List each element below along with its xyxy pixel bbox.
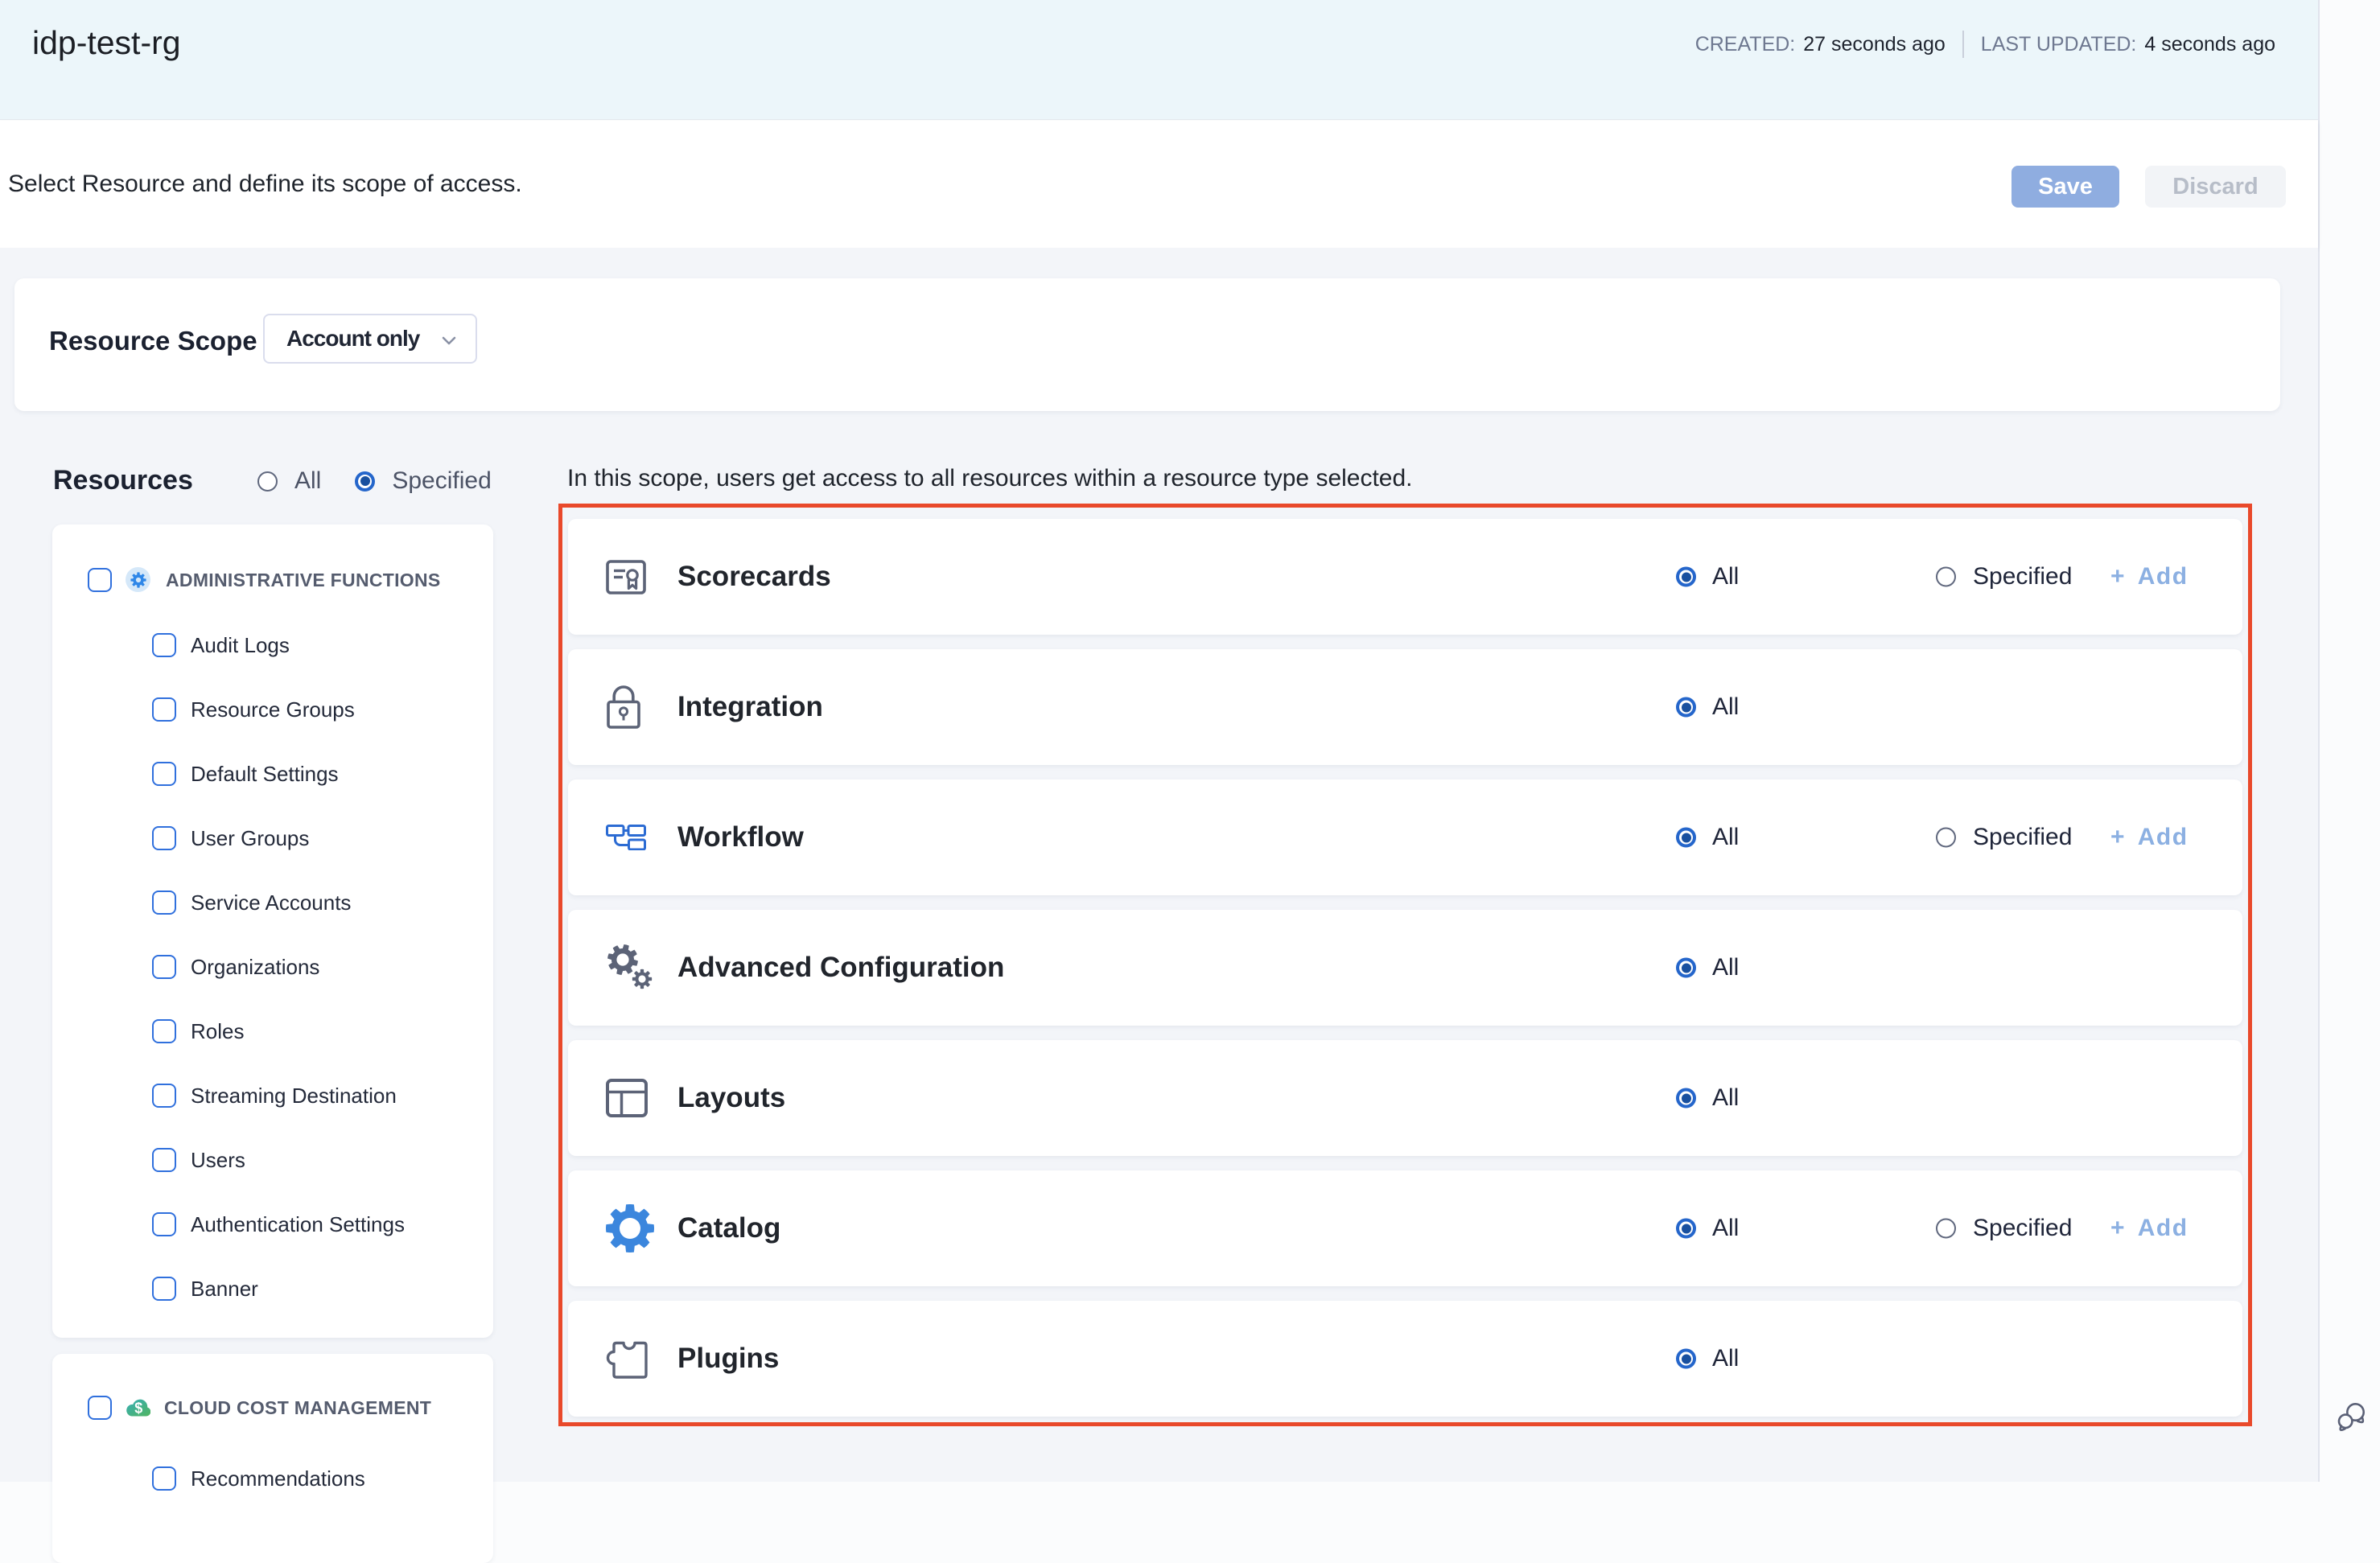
svg-text:$: $ [134, 1400, 142, 1416]
